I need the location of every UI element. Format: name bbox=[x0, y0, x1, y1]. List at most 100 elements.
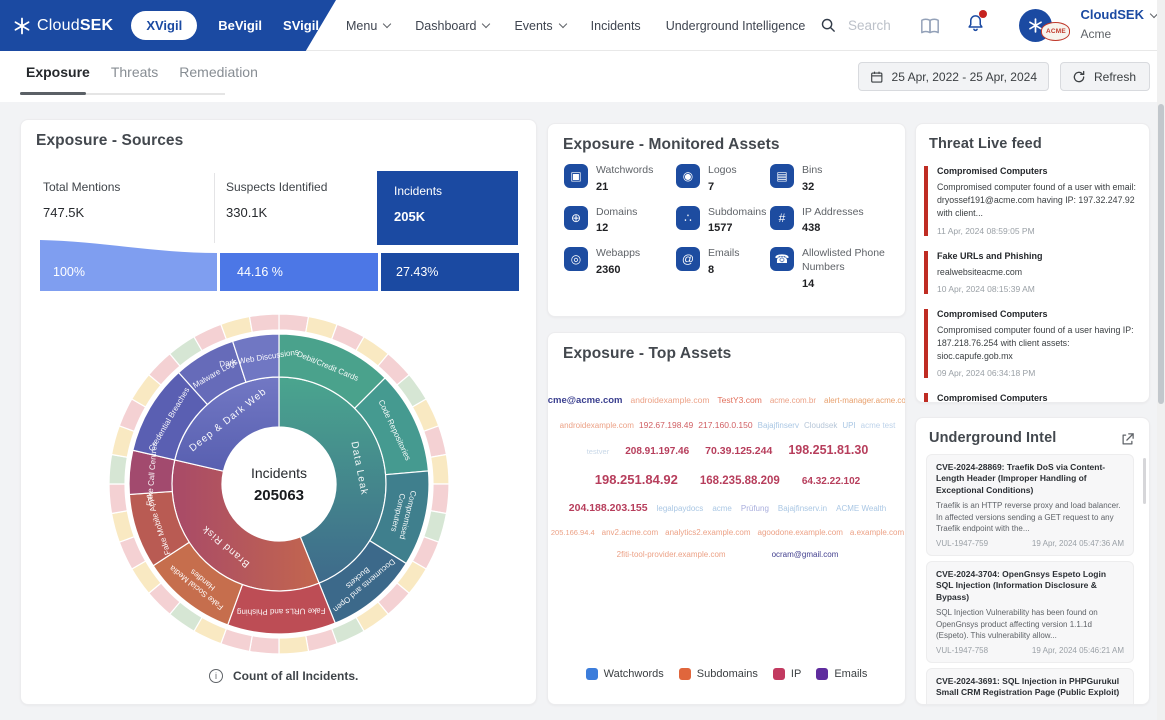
cloud-word[interactable]: Cloudsek bbox=[804, 421, 837, 430]
nav-link-underground-intelligence[interactable]: Underground Intelligence bbox=[666, 19, 806, 33]
outer-ring-segment[interactable] bbox=[431, 454, 449, 484]
asset-stat-watchwords: ▣Watchwords21 bbox=[564, 164, 676, 193]
refresh-button[interactable]: Refresh bbox=[1060, 62, 1150, 91]
cloud-word[interactable]: testver bbox=[587, 447, 610, 456]
cloud-word[interactable]: androidexample.com bbox=[631, 395, 710, 405]
cloud-word[interactable]: 208.91.197.46 bbox=[625, 446, 689, 457]
tab-exposure[interactable]: Exposure bbox=[26, 64, 90, 80]
asset-stat-bins: ▤Bins32 bbox=[770, 164, 894, 193]
product-tab-xvigil[interactable]: XVigil bbox=[131, 11, 197, 40]
notifications-button[interactable] bbox=[966, 13, 985, 38]
cloudsek-logo[interactable]: CloudSEK bbox=[12, 16, 113, 36]
date-range-picker[interactable]: 25 Apr, 2022 - 25 Apr, 2024 bbox=[858, 62, 1049, 91]
cloud-word[interactable]: acme bbox=[712, 504, 732, 513]
outer-ring-segment[interactable] bbox=[109, 454, 127, 484]
intel-entry[interactable]: CVE-2024-28869: Traefik DoS via Content-… bbox=[926, 454, 1134, 556]
outer-ring-segment[interactable] bbox=[249, 636, 279, 654]
legend-swatch bbox=[679, 668, 691, 680]
cloud-word[interactable]: acme@acme.com bbox=[547, 395, 623, 406]
cloud-word[interactable]: 198.251.84.92 bbox=[595, 472, 678, 487]
intel-scrollbar[interactable] bbox=[1143, 458, 1146, 504]
emails-icon: @ bbox=[676, 247, 700, 271]
account-menu[interactable]: ACME CloudSEK Acme bbox=[1019, 0, 1157, 51]
outer-ring-segment[interactable] bbox=[279, 314, 309, 332]
legend-item-emails[interactable]: Emails bbox=[816, 668, 867, 680]
cloud-word[interactable]: ACME Wealth bbox=[836, 504, 886, 513]
intel-entry[interactable]: CVE-2024-3704: OpenGnsys Espeto Login SQ… bbox=[926, 561, 1134, 663]
cloud-word[interactable]: Prüfung bbox=[741, 504, 769, 513]
monitored-assets-card: Exposure - Monitored Assets ▣Watchwords2… bbox=[547, 123, 906, 317]
cloud-word[interactable]: ocram@gmail.com bbox=[772, 550, 839, 559]
cloud-word[interactable]: analytics2.example.com bbox=[665, 528, 750, 537]
incidents-sunburst-chart[interactable]: Data LeakDebit/Credit CardsCode Reposito… bbox=[99, 304, 459, 664]
asset-label: Emails bbox=[708, 247, 740, 261]
outer-ring-segment[interactable] bbox=[249, 314, 279, 332]
cloud-word[interactable]: 192.67.198.49 bbox=[639, 420, 693, 430]
chevron-down-icon bbox=[558, 20, 566, 28]
outer-ring-segment[interactable] bbox=[112, 511, 135, 542]
nav-link-events[interactable]: Events bbox=[514, 19, 565, 33]
nav-link-menu[interactable]: Menu bbox=[346, 19, 390, 33]
cloud-word[interactable]: anv2.acme.com bbox=[602, 528, 658, 537]
threat-feed-entry[interactable]: Compromised ComputersCompromised compute… bbox=[924, 391, 1141, 403]
funnel-col-value: 330.1K bbox=[226, 205, 327, 220]
outer-ring-segment[interactable] bbox=[424, 426, 447, 457]
legend-item-watchwords[interactable]: Watchwords bbox=[586, 668, 664, 680]
cloud-word[interactable]: acme test bbox=[861, 421, 896, 430]
tab-threats[interactable]: Threats bbox=[111, 64, 158, 80]
outer-ring-segment[interactable] bbox=[306, 629, 337, 652]
legend-item-ip[interactable]: IP bbox=[773, 668, 801, 680]
cloud-word[interactable]: androidexample.com bbox=[560, 421, 634, 430]
threat-feed-entry[interactable]: Compromised ComputersCompromised compute… bbox=[924, 164, 1141, 238]
asset-stat-allowlisted-phone-numbers: ☎Allowlisted Phone Numbers14 bbox=[770, 247, 894, 289]
domains-icon: ⊕ bbox=[564, 206, 588, 230]
threat-feed-entry[interactable]: Fake URLs and Phishingrealwebsiteacme.co… bbox=[924, 249, 1141, 296]
cloud-word[interactable]: 204.188.203.155 bbox=[569, 502, 648, 514]
cloud-word[interactable]: 70.39.125.244 bbox=[705, 445, 772, 457]
feed-timestamp: 10 Apr, 2024 08:15:39 AM bbox=[937, 284, 1141, 294]
threat-feed-entry[interactable]: Compromised ComputersCompromised compute… bbox=[924, 307, 1141, 381]
cloud-word[interactable]: 217.160.0.150 bbox=[698, 420, 752, 430]
cloud-row: androidexample.com 192.67.198.49 217.160.0… bbox=[556, 420, 899, 430]
asset-value: 7 bbox=[708, 181, 737, 193]
cloud-word[interactable]: UPI bbox=[842, 421, 855, 430]
cloud-word[interactable]: 168.235.88.209 bbox=[700, 475, 780, 487]
search-placeholder: Search bbox=[848, 18, 891, 33]
asset-label: Subdomains bbox=[708, 206, 766, 220]
calendar-icon bbox=[870, 70, 884, 84]
cloud-word[interactable]: 64.32.22.102 bbox=[802, 476, 860, 487]
intel-entry[interactable]: CVE-2024-3691: SQL Injection in PHPGuruk… bbox=[926, 668, 1134, 705]
cloud-word[interactable]: 2fiti-tool-provider.example.com bbox=[617, 550, 726, 559]
product-tab-bevigil[interactable]: BeVigil bbox=[218, 18, 262, 33]
cloud-word[interactable]: alert-manager.acme.com bbox=[824, 396, 906, 405]
outer-ring-segment[interactable] bbox=[279, 636, 309, 654]
cloud-word[interactable]: a.example.com bbox=[850, 528, 904, 537]
page-scrollbar[interactable] bbox=[1157, 0, 1165, 720]
cloud-word[interactable]: legalpaydocs bbox=[657, 504, 704, 513]
info-icon[interactable] bbox=[209, 669, 223, 683]
knowledge-base-icon[interactable] bbox=[920, 17, 940, 35]
asset-value: 2360 bbox=[596, 264, 640, 276]
cloud-word[interactable]: Bajajfinserv bbox=[758, 421, 799, 430]
threat-feed-title: Threat Live feed bbox=[929, 136, 1042, 152]
product-tab-svigil[interactable]: SVigil bbox=[283, 18, 319, 33]
cloud-word[interactable]: acme.com.br bbox=[770, 396, 816, 405]
outer-ring-segment[interactable] bbox=[221, 317, 252, 340]
tab-remediation[interactable]: Remediation bbox=[179, 64, 258, 80]
cloud-word[interactable]: TestY3.com bbox=[717, 395, 761, 405]
legend-item-subdomains[interactable]: Subdomains bbox=[679, 668, 758, 680]
outer-ring-segment[interactable] bbox=[431, 484, 449, 514]
open-external-button[interactable] bbox=[1120, 432, 1135, 452]
cloud-word[interactable]: 205.166.94.4 bbox=[551, 528, 595, 537]
cloud-word[interactable]: agoodone.example.com bbox=[758, 528, 843, 537]
outer-ring-segment[interactable] bbox=[109, 484, 127, 514]
cloud-word[interactable]: 198.251.81.30 bbox=[788, 443, 868, 457]
asset-text: Domains12 bbox=[596, 206, 637, 235]
product-switcher: XVigil BeVigil SVigil bbox=[121, 11, 319, 40]
nav-link-dashboard[interactable]: Dashboard bbox=[415, 19, 489, 33]
cloud-word[interactable]: Bajajfinserv.in bbox=[778, 504, 827, 513]
nav-link-incidents[interactable]: Incidents bbox=[591, 19, 641, 33]
asset-stat-domains: ⊕ Domains12 bbox=[564, 206, 676, 235]
search-input[interactable]: Search bbox=[820, 0, 891, 51]
page-scrollbar-thumb[interactable] bbox=[1158, 104, 1164, 404]
